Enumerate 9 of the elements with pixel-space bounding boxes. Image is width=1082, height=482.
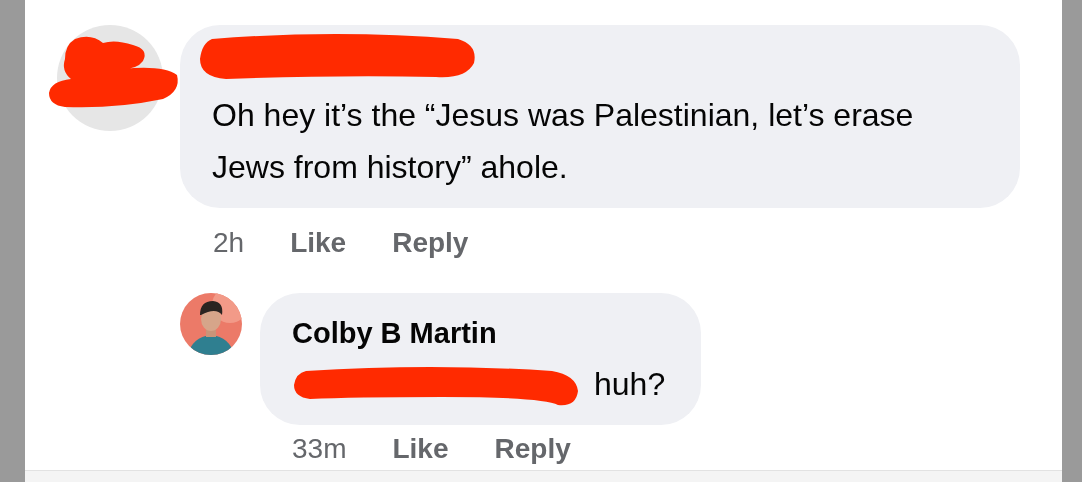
comment-action-link[interactable]: Like xyxy=(290,227,347,259)
reply-author[interactable]: Colby B Martin xyxy=(292,313,666,353)
reply-text: huh? xyxy=(594,365,666,404)
comment-time: 33m xyxy=(292,433,347,465)
comment-action-link[interactable]: Reply xyxy=(392,227,469,259)
comment-action-link[interactable]: Reply xyxy=(494,433,571,465)
comment-text: Oh hey it’s the “Jesus was Palestinian, let’s erase Jews from history” ahole. xyxy=(212,96,915,187)
comment-action-link[interactable]: Like xyxy=(392,433,449,465)
comment-time: 2h xyxy=(213,227,245,259)
